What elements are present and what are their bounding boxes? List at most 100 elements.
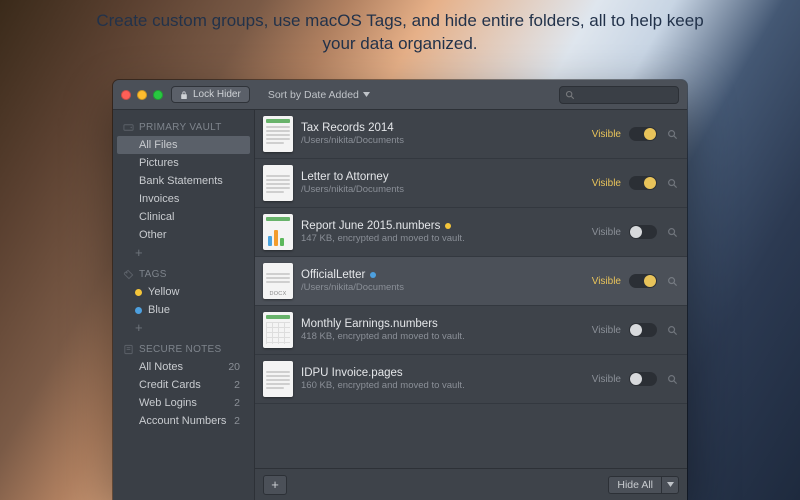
hide-all-menu-toggle[interactable] (661, 476, 679, 494)
file-row[interactable]: Report June 2015.numbers 147 KB, encrypt… (255, 208, 687, 257)
note-label: Credit Cards (139, 379, 201, 391)
file-name: IDPU Invoice.pages (301, 367, 584, 379)
file-meta: Monthly Earnings.numbers 418 KB, encrypt… (301, 318, 584, 342)
sort-label: Sort by Date Added (268, 89, 359, 101)
file-meta: Letter to Attorney /Users/nikita/Documen… (301, 171, 584, 195)
file-name: Letter to Attorney (301, 171, 584, 183)
file-thumbnail (263, 214, 293, 250)
marketing-caption: Create custom groups, use macOS Tags, an… (90, 10, 710, 56)
reveal-button[interactable] (665, 227, 679, 238)
notes-icon (123, 344, 134, 355)
visibility-toggle[interactable] (629, 274, 657, 288)
tag-color-dot (135, 289, 142, 296)
note-count: 20 (228, 361, 240, 373)
tags-header-label: TAGS (139, 269, 167, 280)
visibility-toggle[interactable] (629, 127, 657, 141)
sidebar-item-other[interactable]: Other (117, 226, 250, 244)
visibility-label: Visible (592, 178, 621, 189)
file-thumbnail (263, 116, 293, 152)
sidebar-item-bank-statements[interactable]: Bank Statements (117, 172, 250, 190)
list-footer: + Hide All (255, 468, 687, 500)
reveal-button[interactable] (665, 276, 679, 287)
hide-all-label: Hide All (608, 476, 661, 494)
tag-item-blue[interactable]: Blue (113, 301, 254, 319)
reveal-button[interactable] (665, 374, 679, 385)
reveal-button[interactable] (665, 325, 679, 336)
sidebar-item-invoices[interactable]: Invoices (117, 190, 250, 208)
file-meta: Report June 2015.numbers 147 KB, encrypt… (301, 220, 584, 244)
file-name: OfficialLetter (301, 269, 584, 281)
file-row[interactable]: Monthly Earnings.numbers 418 KB, encrypt… (255, 306, 687, 355)
search-input[interactable] (559, 86, 679, 104)
vault-header-label: PRIMARY VAULT (139, 122, 222, 133)
file-name: Monthly Earnings.numbers (301, 318, 584, 330)
visibility-label: Visible (592, 227, 621, 238)
lock-hider-label: Lock Hider (193, 89, 241, 100)
visibility-toggle[interactable] (629, 225, 657, 239)
visibility-label: Visible (592, 129, 621, 140)
sidebar: PRIMARY VAULT All FilesPicturesBank Stat… (113, 110, 255, 500)
visibility-label: Visible (592, 374, 621, 385)
file-list-pane: Tax Records 2014 /Users/nikita/Documents… (255, 110, 687, 500)
drive-icon (123, 122, 134, 133)
visibility-toggle[interactable] (629, 323, 657, 337)
hide-all-button[interactable]: Hide All (608, 476, 679, 494)
visibility-label: Visible (592, 276, 621, 287)
note-item-account-numbers[interactable]: Account Numbers2 (117, 412, 250, 430)
note-count: 2 (234, 415, 240, 427)
reveal-button[interactable] (665, 129, 679, 140)
tag-item-yellow[interactable]: Yellow (113, 283, 254, 301)
add-file-button[interactable]: + (263, 475, 287, 495)
note-item-credit-cards[interactable]: Credit Cards 2 (117, 376, 250, 394)
search-icon (565, 90, 575, 100)
tag-label: Yellow (148, 286, 179, 298)
visibility-toggle[interactable] (629, 372, 657, 386)
chevron-down-icon (363, 92, 370, 97)
notes-header-label: SECURE NOTES (139, 344, 222, 355)
note-count: 2 (234, 379, 240, 391)
vault-section-header: PRIMARY VAULT (113, 118, 254, 136)
file-subtitle: /Users/nikita/Documents (301, 135, 584, 146)
file-thumbnail (263, 361, 293, 397)
chevron-down-icon (667, 482, 674, 487)
file-name: Report June 2015.numbers (301, 220, 584, 232)
note-label: All Notes (139, 361, 183, 373)
lock-icon (180, 90, 188, 100)
file-row[interactable]: Letter to Attorney /Users/nikita/Documen… (255, 159, 687, 208)
tag-icon (123, 269, 134, 280)
titlebar: Lock Hider Sort by Date Added (113, 80, 687, 110)
file-tag-dot (370, 272, 376, 278)
sidebar-item-pictures[interactable]: Pictures (117, 154, 250, 172)
note-label: Web Logins (139, 397, 197, 409)
add-vault-item-button[interactable]: + (113, 244, 254, 265)
file-subtitle: 418 KB, encrypted and moved to vault. (301, 331, 584, 342)
file-row[interactable]: DOCX OfficialLetter /Users/nikita/Documen… (255, 257, 687, 306)
tags-section-header: TAGS (113, 265, 254, 283)
note-item-web-logins[interactable]: Web Logins 2 (117, 394, 250, 412)
tag-color-dot (135, 307, 142, 314)
zoom-icon[interactable] (153, 90, 163, 100)
file-subtitle: /Users/nikita/Documents (301, 184, 584, 195)
file-subtitle: /Users/nikita/Documents (301, 282, 584, 293)
reveal-button[interactable] (665, 178, 679, 189)
file-meta: Tax Records 2014 /Users/nikita/Documents (301, 122, 584, 146)
file-subtitle: 160 KB, encrypted and moved to vault. (301, 380, 584, 391)
file-thumbnail (263, 165, 293, 201)
lock-hider-button[interactable]: Lock Hider (171, 86, 250, 103)
file-thumbnail: DOCX (263, 263, 293, 299)
notes-section-header: SECURE NOTES (113, 340, 254, 358)
file-row[interactable]: Tax Records 2014 /Users/nikita/Documents… (255, 110, 687, 159)
file-row[interactable]: IDPU Invoice.pages 160 KB, encrypted and… (255, 355, 687, 404)
note-item-all-notes[interactable]: All Notes 20 (117, 358, 250, 376)
visibility-label: Visible (592, 325, 621, 336)
sidebar-item-all-files[interactable]: All Files (117, 136, 250, 154)
file-meta: IDPU Invoice.pages 160 KB, encrypted and… (301, 367, 584, 391)
add-tag-button[interactable]: + (113, 319, 254, 340)
sidebar-item-clinical[interactable]: Clinical (117, 208, 250, 226)
visibility-toggle[interactable] (629, 176, 657, 190)
sort-button[interactable]: Sort by Date Added (268, 89, 370, 101)
close-icon[interactable] (121, 90, 131, 100)
file-name: Tax Records 2014 (301, 122, 584, 134)
note-count: 2 (234, 397, 240, 409)
minimize-icon[interactable] (137, 90, 147, 100)
